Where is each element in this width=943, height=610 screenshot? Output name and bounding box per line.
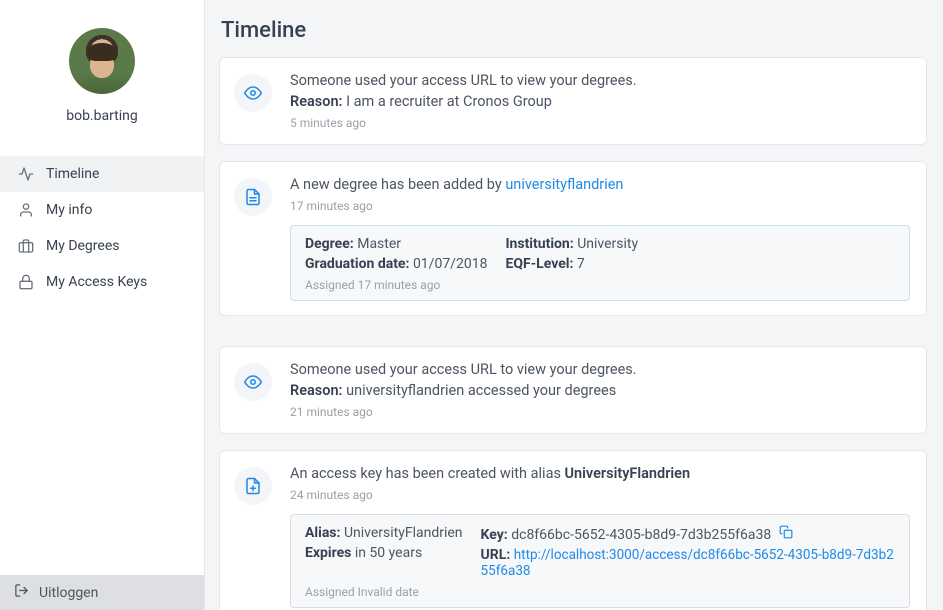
event-title: Someone used your access URL to view you… (290, 361, 910, 378)
main-content: Timeline Someone used your access URL to… (205, 0, 943, 610)
event-reason-line: Reason: universityflandrien accessed you… (290, 382, 910, 399)
nav-item-access-keys[interactable]: My Access Keys (0, 264, 204, 300)
username: bob.barting (66, 108, 138, 124)
title-prefix: An access key has been created with alia… (290, 465, 565, 482)
nav-item-timeline[interactable]: Timeline (0, 156, 204, 192)
timeline-event-access-view: Someone used your access URL to view you… (219, 346, 927, 434)
nav-label: My info (46, 202, 92, 218)
event-reason-line: Reason: I am a recruiter at Cronos Group (290, 93, 910, 110)
eye-icon (234, 74, 272, 112)
alias-label: Alias: (305, 525, 340, 541)
title-alias-strong: UniversityFlandrien (565, 465, 691, 482)
key-details-grid: Alias: UniversityFlandrien Expires in 50… (305, 525, 895, 579)
graduation-label: Graduation date: (305, 256, 409, 272)
eqf-label: EQF-Level: (505, 256, 573, 272)
event-timestamp: 5 minutes ago (290, 116, 910, 130)
event-body: Someone used your access URL to view you… (290, 361, 910, 419)
avatar[interactable] (69, 28, 135, 94)
expires-label: Expires (305, 545, 351, 561)
reason-value: I am a recruiter at Cronos Group (346, 93, 552, 110)
university-link[interactable]: universityflandrien (505, 176, 623, 193)
alias-value: UniversityFlandrien (344, 525, 463, 541)
degree-details-grid: Degree: Master Graduation date: 01/07/20… (305, 236, 895, 272)
key-details-box: Alias: UniversityFlandrien Expires in 50… (290, 514, 910, 608)
eye-icon (234, 363, 272, 401)
reason-value: universityflandrien accessed your degree… (346, 382, 616, 399)
logout-icon (14, 583, 29, 602)
event-title: Someone used your access URL to view you… (290, 72, 910, 89)
event-body: Someone used your access URL to view you… (290, 72, 910, 130)
nav-label: Timeline (46, 166, 99, 182)
profile-section: bob.barting (0, 0, 204, 144)
briefcase-icon (18, 238, 34, 254)
assigned-text: Assigned Invalid date (305, 585, 895, 599)
expires-value: in 50 years (355, 545, 422, 561)
event-timestamp: 24 minutes ago (290, 488, 910, 502)
event-title: An access key has been created with alia… (290, 465, 910, 482)
page-title: Timeline (221, 18, 927, 43)
degree-value: Master (357, 236, 401, 252)
file-plus-icon (234, 467, 272, 505)
nav-label: My Degrees (46, 238, 119, 254)
event-body: A new degree has been added by universit… (290, 176, 910, 301)
lock-icon (18, 274, 34, 290)
key-value: dc8f66bc-5652-4305-b8d9-7d3b255f6a38 (511, 527, 771, 543)
timeline-event-degree-added: A new degree has been added by universit… (219, 161, 927, 316)
reason-label: Reason: (290, 93, 343, 110)
degree-label: Degree: (305, 236, 354, 252)
nav: Timeline My info My Degrees My Access Ke… (0, 156, 204, 300)
nav-label: My Access Keys (46, 274, 147, 290)
nav-item-my-degrees[interactable]: My Degrees (0, 228, 204, 264)
title-prefix: A new degree has been added by (290, 176, 505, 193)
reason-label: Reason: (290, 382, 343, 399)
access-url-link[interactable]: http://localhost:3000/access/dc8f66bc-56… (481, 547, 894, 579)
user-icon (18, 202, 34, 218)
nav-item-my-info[interactable]: My info (0, 192, 204, 228)
eqf-value: 7 (577, 256, 585, 272)
logout-button[interactable]: Uitloggen (0, 575, 204, 610)
event-title: A new degree has been added by universit… (290, 176, 910, 193)
timeline-event-key-created: An access key has been created with alia… (219, 450, 927, 610)
graduation-value: 01/07/2018 (413, 256, 488, 272)
degree-details-box: Degree: Master Graduation date: 01/07/20… (290, 225, 910, 301)
sidebar: bob.barting Timeline My info My Degrees … (0, 0, 205, 610)
event-body: An access key has been created with alia… (290, 465, 910, 608)
copy-icon[interactable] (779, 525, 793, 539)
url-label: URL: (481, 547, 511, 563)
institution-label: Institution: (505, 236, 573, 252)
assigned-text: Assigned 17 minutes ago (305, 278, 895, 292)
event-timestamp: 21 minutes ago (290, 405, 910, 419)
timeline-event-access-view: Someone used your access URL to view you… (219, 57, 927, 145)
logout-label: Uitloggen (39, 585, 98, 601)
key-label: Key: (481, 527, 508, 543)
file-text-icon (234, 178, 272, 216)
event-timestamp: 17 minutes ago (290, 199, 910, 213)
activity-icon (18, 166, 34, 182)
institution-value: University (577, 236, 638, 252)
